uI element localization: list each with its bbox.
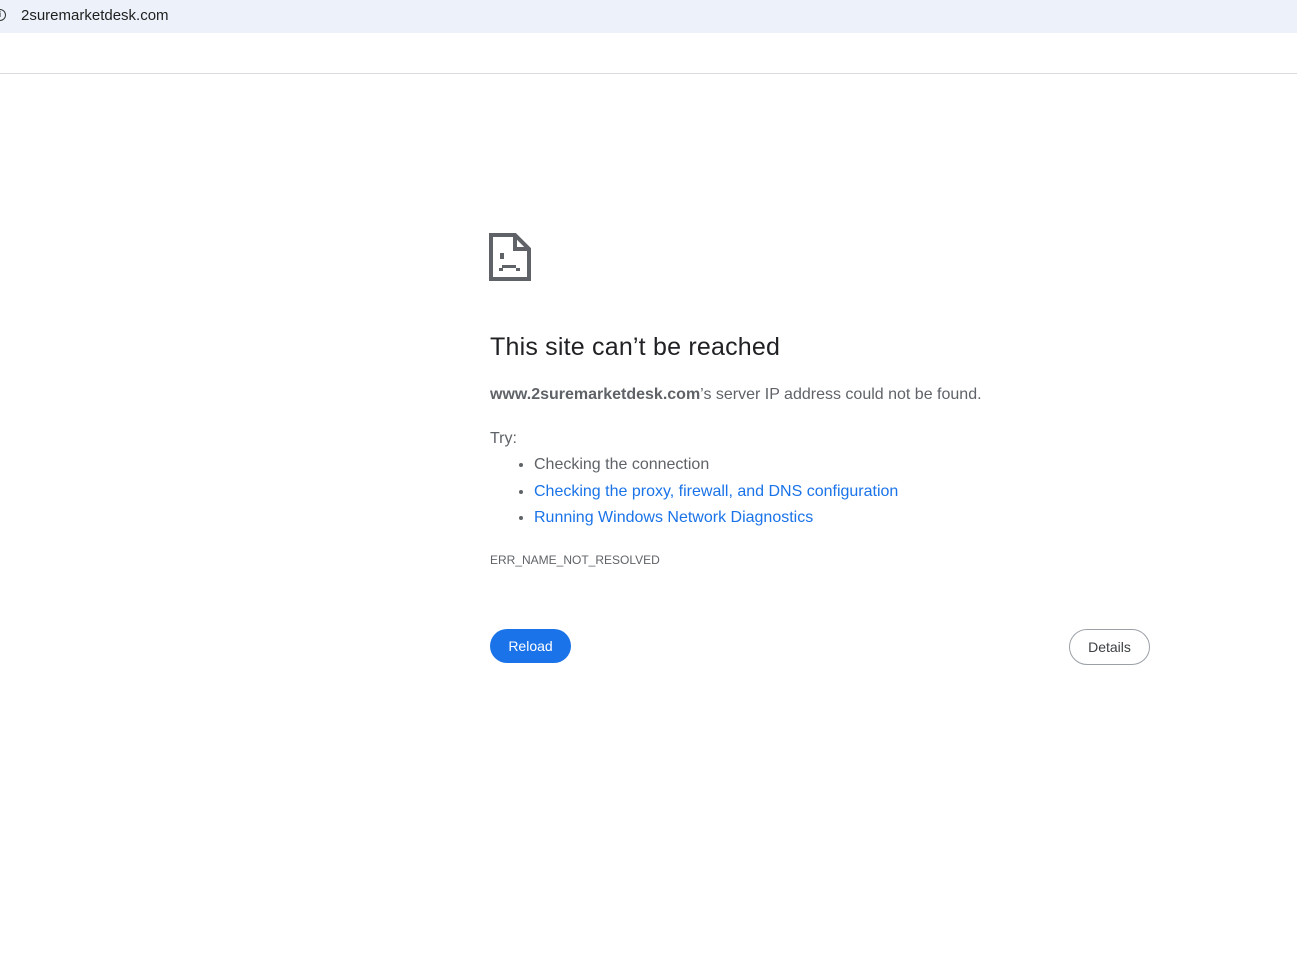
proxy-dns-link[interactable]: Checking the proxy, firewall, and DNS co…: [534, 483, 898, 500]
reload-button[interactable]: Reload: [490, 629, 571, 663]
address-bar[interactable]: i 2suremarketdesk.com: [0, 0, 1297, 33]
page-title: This site can’t be reached: [490, 333, 781, 361]
url-text[interactable]: 2suremarketdesk.com: [21, 7, 169, 24]
error-code: ERR_NAME_NOT_RESOLVED: [490, 553, 660, 567]
host-name: www.2suremarketdesk.com: [490, 386, 701, 403]
suggestion-item[interactable]: Checking the proxy, firewall, and DNS co…: [534, 479, 898, 506]
suggestion-item[interactable]: Running Windows Network Diagnostics: [534, 505, 898, 532]
bookmarks-bar: [0, 33, 1297, 74]
suggestions-list: Checking the connection Checking the pro…: [490, 452, 898, 532]
suggestion-item: Checking the connection: [534, 452, 898, 479]
network-diagnostics-link[interactable]: Running Windows Network Diagnostics: [534, 509, 813, 526]
details-button[interactable]: Details: [1069, 629, 1150, 665]
sad-page-icon: [489, 233, 531, 281]
site-info-icon[interactable]: i: [0, 9, 6, 21]
try-label: Try:: [490, 430, 517, 447]
error-description: www.2suremarketdesk.com’s server IP addr…: [490, 386, 982, 403]
